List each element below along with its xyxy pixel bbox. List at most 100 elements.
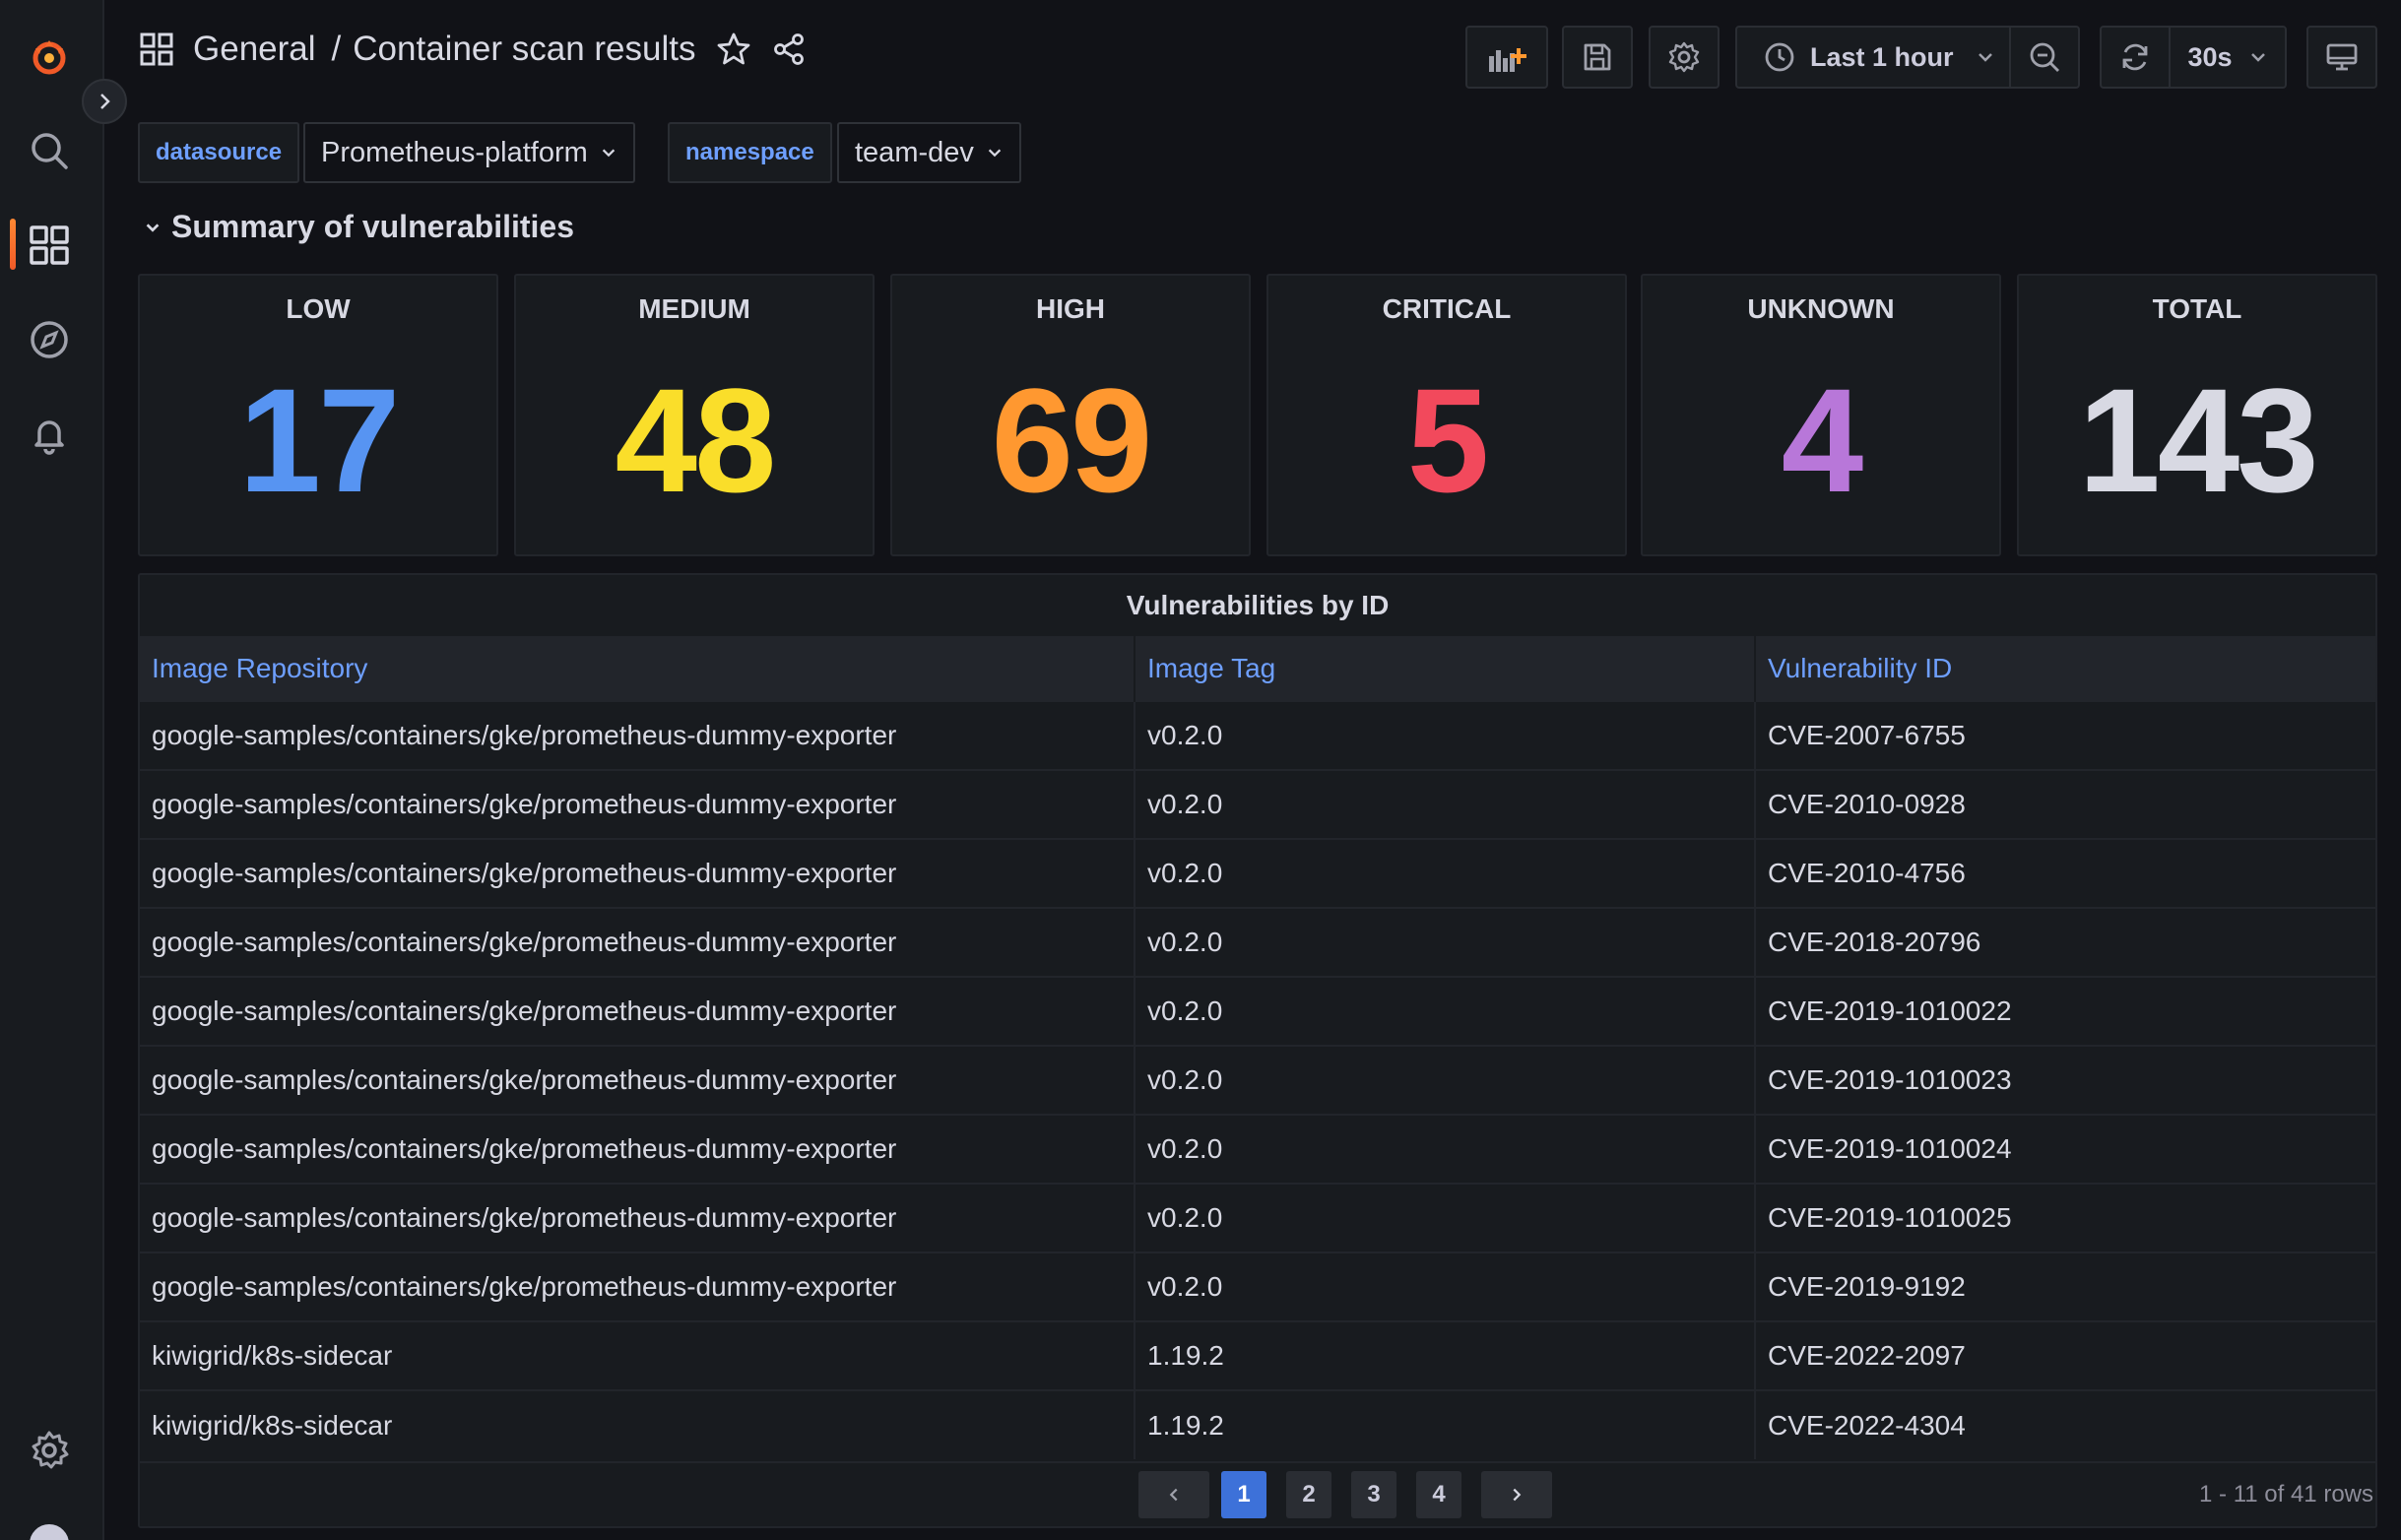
stat-value: 17: [238, 357, 401, 523]
namespace-variable-select[interactable]: team-dev: [837, 122, 1021, 183]
table-row: google-samples/containers/gke/prometheus…: [140, 1251, 2375, 1321]
stat-title: TOTAL: [2152, 293, 2242, 324]
expand-sidebar-button[interactable]: [82, 79, 127, 124]
refresh-button[interactable]: [2100, 26, 2171, 89]
vulnerabilities-table: Image Repository Image Tag Vulnerability…: [140, 636, 2375, 1459]
cell-repository: kiwigrid/k8s-sidecar: [140, 1389, 1136, 1459]
namespace-variable-label: namespace: [668, 122, 832, 183]
stat-panel-total[interactable]: TOTAL 143: [2017, 274, 2377, 556]
next-page-button[interactable]: [1481, 1471, 1552, 1518]
active-indicator: [10, 219, 16, 270]
chevron-down-icon: [2250, 53, 2265, 62]
explore-icon[interactable]: [21, 311, 78, 368]
top-bar: General / Container scan results Last 1 …: [104, 0, 2401, 114]
stat-panel-high[interactable]: HIGH 69: [890, 274, 1251, 556]
cell-repository: google-samples/containers/gke/prometheus…: [140, 1045, 1136, 1115]
cell-tag: v0.2.0: [1135, 769, 1756, 839]
cell-repository: google-samples/containers/gke/prometheus…: [140, 907, 1136, 977]
datasource-variable-label: datasource: [138, 122, 300, 183]
page-button-3[interactable]: 3: [1351, 1471, 1396, 1518]
dashboards-icon: [140, 32, 173, 66]
column-header-image-repository[interactable]: Image Repository: [140, 636, 1136, 701]
stat-panel-low[interactable]: LOW 17: [138, 274, 498, 556]
dashboard-settings-button[interactable]: [1649, 26, 1720, 89]
datasource-value: Prometheus-platform: [321, 136, 588, 168]
cell-repository: google-samples/containers/gke/prometheus…: [140, 976, 1136, 1046]
chevron-down-icon: [1978, 53, 1992, 62]
table-row: google-samples/containers/gke/prometheus…: [140, 1114, 2375, 1184]
cell-tag: v0.2.0: [1135, 1114, 1756, 1184]
cell-vulnerability-id: CVE-2019-1010023: [1755, 1045, 2375, 1115]
chevron-left-icon: [1169, 1488, 1178, 1502]
cell-tag: v0.2.0: [1135, 838, 1756, 908]
settings-icon[interactable]: [21, 1422, 78, 1479]
zoom-out-button[interactable]: [2009, 26, 2080, 89]
grafana-logo-icon[interactable]: [21, 28, 78, 85]
add-panel-button[interactable]: [1465, 26, 1548, 89]
tv-mode-icon: [2326, 43, 2358, 71]
alerting-icon[interactable]: [21, 406, 78, 463]
stat-panel-unknown[interactable]: UNKNOWN 4: [1641, 274, 2001, 556]
breadcrumb-folder[interactable]: General: [193, 30, 316, 69]
share-icon[interactable]: [771, 32, 807, 67]
cell-vulnerability-id: CVE-2010-4756: [1755, 838, 2375, 908]
cell-tag: v0.2.0: [1135, 976, 1756, 1046]
tv-mode-button[interactable]: [2306, 26, 2377, 89]
zoom-out-icon: [2030, 42, 2059, 72]
cell-tag: v0.2.0: [1135, 1045, 1756, 1115]
table-row: google-samples/containers/gke/prometheus…: [140, 769, 2375, 839]
panel-title[interactable]: Vulnerabilities by ID: [140, 575, 2375, 636]
stat-panel-critical[interactable]: CRITICAL 5: [1266, 274, 1627, 556]
table-row: google-samples/containers/gke/prometheus…: [140, 1045, 2375, 1115]
save-icon: [1584, 43, 1611, 71]
table-row: google-samples/containers/gke/prometheus…: [140, 1183, 2375, 1252]
page-button-1[interactable]: 1: [1221, 1471, 1266, 1518]
save-dashboard-button[interactable]: [1562, 26, 1633, 89]
cell-repository: google-samples/containers/gke/prometheus…: [140, 700, 1136, 770]
vulnerabilities-table-panel: Vulnerabilities by ID Image Repository I…: [138, 573, 2377, 1528]
column-header-image-tag[interactable]: Image Tag: [1135, 636, 1756, 701]
chevron-right-icon: [1513, 1488, 1522, 1502]
avatar[interactable]: [26, 1520, 73, 1540]
grafana-app: General / Container scan results Last 1 …: [0, 0, 2401, 1540]
cell-repository: google-samples/containers/gke/prometheus…: [140, 838, 1136, 908]
refresh-interval-picker[interactable]: 30s: [2169, 26, 2287, 89]
cell-vulnerability-id: CVE-2022-2097: [1755, 1320, 2375, 1390]
stat-value: 48: [615, 357, 777, 523]
cell-repository: google-samples/containers/gke/prometheus…: [140, 1251, 1136, 1321]
page-button-2[interactable]: 2: [1286, 1471, 1331, 1518]
cell-tag: 1.19.2: [1135, 1389, 1756, 1459]
sidebar: [0, 0, 104, 1540]
stat-panel-medium[interactable]: MEDIUM 48: [514, 274, 875, 556]
stat-title: CRITICAL: [1382, 293, 1512, 324]
cell-tag: v0.2.0: [1135, 907, 1756, 977]
stat-value: 4: [1781, 357, 1863, 523]
previous-page-button[interactable]: [1138, 1471, 1209, 1518]
table-row: google-samples/containers/gke/prometheus…: [140, 976, 2375, 1046]
dashboards-icon[interactable]: [21, 217, 78, 274]
page-button-4[interactable]: 4: [1416, 1471, 1461, 1518]
chevron-down-icon: [602, 149, 615, 158]
cell-tag: v0.2.0: [1135, 1183, 1756, 1252]
stat-title: MEDIUM: [638, 293, 750, 324]
star-icon[interactable]: [716, 32, 751, 67]
cell-tag: v0.2.0: [1135, 1251, 1756, 1321]
clock-icon: [1765, 42, 1794, 72]
cell-repository: google-samples/containers/gke/prometheus…: [140, 1183, 1136, 1252]
table-row: kiwigrid/k8s-sidecar 1.19.2 CVE-2022-2097: [140, 1320, 2375, 1390]
stat-value: 5: [1406, 357, 1489, 523]
column-header-vulnerability-id[interactable]: Vulnerability ID: [1755, 636, 2375, 701]
table-row: google-samples/containers/gke/prometheus…: [140, 838, 2375, 908]
stat-value: 143: [2078, 357, 2318, 523]
refresh-interval-label: 30s: [2187, 41, 2233, 72]
row-title: Summary of vulnerabilities: [171, 209, 575, 244]
search-icon[interactable]: [21, 122, 78, 179]
table-header-row: Image Repository Image Tag Vulnerability…: [140, 636, 2375, 701]
datasource-variable-select[interactable]: Prometheus-platform: [303, 122, 635, 183]
cell-vulnerability-id: CVE-2018-20796: [1755, 907, 2375, 977]
cell-vulnerability-id: CVE-2010-0928: [1755, 769, 2375, 839]
table-row: google-samples/containers/gke/prometheus…: [140, 907, 2375, 977]
time-range-picker[interactable]: Last 1 hour: [1735, 26, 2011, 89]
dashboard-title: Container scan results: [353, 30, 696, 68]
row-summary-toggle[interactable]: Summary of vulnerabilities: [144, 209, 574, 245]
